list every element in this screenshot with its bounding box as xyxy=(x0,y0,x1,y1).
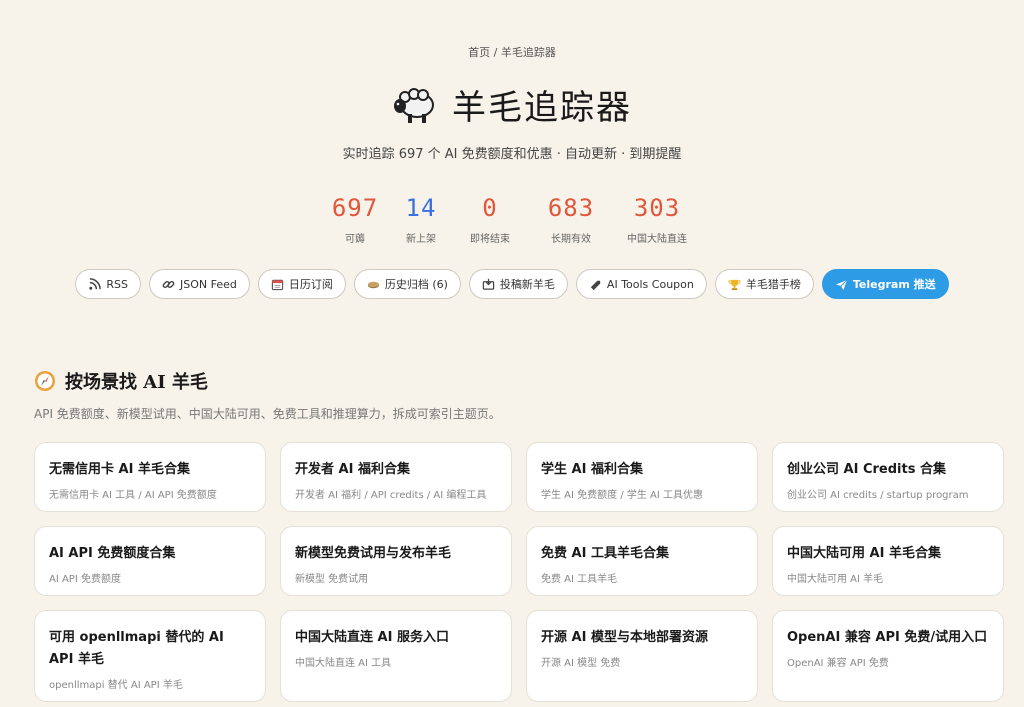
card-tags: 无需信用卡 AI 工具 / AI API 免费额度 xyxy=(49,490,217,501)
sheep-icon xyxy=(394,87,434,123)
stat-label: 即将结束 xyxy=(470,234,510,245)
card-tags: OpenAI 兼容 API 免费 xyxy=(787,658,889,669)
telegram-push-button[interactable]: Telegram 推送 xyxy=(821,269,949,299)
scenario-card[interactable]: 中国大陆可用 AI 羊毛合集 中国大陆可用 AI 羊毛 xyxy=(772,526,1004,596)
stat-label: 长期有效 xyxy=(551,234,591,245)
stat-new: 14 新上架 xyxy=(387,194,455,245)
stat-label: 新上架 xyxy=(406,234,436,245)
header: 羊毛追踪器 xyxy=(0,80,1024,129)
card-title: 免费 AI 工具羊毛合集 xyxy=(541,546,669,561)
stat-label: 可薅 xyxy=(345,234,365,245)
card-tags: 中国大陆直连 AI 工具 xyxy=(295,658,392,669)
card-title: AI API 免费额度合集 xyxy=(49,546,176,561)
stat-value: 683 xyxy=(547,194,595,222)
stat-value: 14 xyxy=(405,194,437,222)
scenario-card[interactable]: OpenAI 兼容 API 免费/试用入口 OpenAI 兼容 API 免费 xyxy=(772,610,1004,702)
tag-icon xyxy=(590,280,601,290)
calendar-subscribe-label: 日历订阅 xyxy=(288,278,333,291)
toolbar: RSS JSON Feed 日历订阅 历史归档 (6) 投稿新羊毛 AI Too… xyxy=(0,269,1024,299)
calendar-icon xyxy=(271,279,284,290)
stat-label: 中国大陆直连 xyxy=(627,234,687,245)
card-tags: 开发者 AI 福利 / API credits / AI 编程工具 xyxy=(295,490,487,501)
page-title: 羊毛追踪器 xyxy=(452,88,632,128)
inbox-icon xyxy=(482,278,495,290)
stat-china-direct: 303 中国大陆直连 xyxy=(615,194,699,245)
calendar-subscribe-button[interactable]: 日历订阅 xyxy=(257,269,346,299)
card-title: 无需信用卡 AI 羊毛合集 xyxy=(49,462,190,477)
scenario-card[interactable]: 新模型免费试用与发布羊毛 新模型 免费试用 xyxy=(280,526,512,596)
compass-icon xyxy=(35,371,55,391)
ai-tools-coupon-label: AI Tools Coupon xyxy=(606,277,694,291)
scenario-card[interactable]: 可用 openllmapi 替代的 AI API 羊毛 openllmapi 替… xyxy=(34,610,266,702)
card-tags: 中国大陆可用 AI 羊毛 xyxy=(787,574,884,585)
card-title: 中国大陆可用 AI 羊毛合集 xyxy=(787,546,941,561)
leaderboard-label: 羊毛猎手榜 xyxy=(745,278,801,291)
stat-value: 697 xyxy=(331,194,379,222)
telegram-push-label: Telegram 推送 xyxy=(852,278,936,291)
card-tags: 新模型 免费试用 xyxy=(295,574,369,585)
send-icon xyxy=(835,279,848,290)
card-title: 学生 AI 福利合集 xyxy=(541,462,643,477)
ai-tools-coupon-button[interactable]: AI Tools Coupon xyxy=(575,269,707,299)
card-tags: 创业公司 AI credits / startup program xyxy=(787,490,969,501)
scenario-card[interactable]: 中国大陆直连 AI 服务入口 中国大陆直连 AI 工具 xyxy=(280,610,512,702)
scenario-card[interactable]: 创业公司 AI Credits 合集 创业公司 AI credits / sta… xyxy=(772,442,1004,512)
submit-deal-label: 投稿新羊毛 xyxy=(499,278,555,291)
scenario-card[interactable]: 免费 AI 工具羊毛合集 免费 AI 工具羊毛 xyxy=(526,526,758,596)
card-tags: AI API 免费额度 xyxy=(49,574,121,585)
rss-icon xyxy=(89,277,102,290)
card-title: OpenAI 兼容 API 免费/试用入口 xyxy=(787,630,988,645)
card-title: 开源 AI 模型与本地部署资源 xyxy=(541,630,708,645)
scenario-card-grid: 无需信用卡 AI 羊毛合集 无需信用卡 AI 工具 / AI API 免费额度 … xyxy=(34,442,1004,702)
card-title: 可用 openllmapi 替代的 AI API 羊毛 xyxy=(49,630,224,667)
card-title: 开发者 AI 福利合集 xyxy=(295,462,410,477)
stats-row: 697 可薅 14 新上架 0 即将结束 683 长期有效 303 中国大陆直连 xyxy=(0,194,1024,245)
stat-long-term: 683 长期有效 xyxy=(533,194,609,245)
stat-ending-soon: 0 即将结束 xyxy=(457,194,523,245)
section-header: 按场景找 AI 羊毛 xyxy=(34,368,208,394)
trophy-icon xyxy=(728,279,741,290)
page-subtitle: 实时追踪 697 个 AI 免费额度和优惠 · 自动更新 · 到期提醒 xyxy=(342,147,682,162)
json-feed-label: JSON Feed xyxy=(179,277,237,291)
card-tags: 开源 AI 模型 免费 xyxy=(541,658,621,669)
link-icon xyxy=(162,280,175,288)
section-description: API 免费额度、新模型试用、中国大陆可用、免费工具和推理算力，拆成可索引主题页… xyxy=(34,407,501,421)
rss-label: RSS xyxy=(106,277,128,291)
breadcrumb: 首页 / 羊毛追踪器 xyxy=(0,44,1024,60)
rss-button[interactable]: RSS xyxy=(75,269,141,299)
card-tags: openllmapi 替代 AI API 羊毛 xyxy=(49,680,183,691)
breadcrumb-home-link[interactable]: 首页 xyxy=(468,46,490,59)
breadcrumb-separator: / xyxy=(493,46,498,59)
breadcrumb-current: 羊毛追踪器 xyxy=(500,46,556,59)
archive-icon xyxy=(367,281,379,288)
scenario-card[interactable]: 学生 AI 福利合集 学生 AI 免费额度 / 学生 AI 工具优惠 xyxy=(526,442,758,512)
card-title: 新模型免费试用与发布羊毛 xyxy=(295,546,452,561)
leaderboard-button[interactable]: 羊毛猎手榜 xyxy=(714,269,814,299)
scenario-card[interactable]: AI API 免费额度合集 AI API 免费额度 xyxy=(34,526,266,596)
card-title: 中国大陆直连 AI 服务入口 xyxy=(295,630,449,645)
card-tags: 免费 AI 工具羊毛 xyxy=(541,574,618,585)
scenario-card[interactable]: 开源 AI 模型与本地部署资源 开源 AI 模型 免费 xyxy=(526,610,758,702)
stat-value: 303 xyxy=(633,194,681,222)
history-archive-label: 历史归档 (6) xyxy=(384,278,448,291)
json-feed-button[interactable]: JSON Feed xyxy=(148,269,250,299)
scenario-card[interactable]: 开发者 AI 福利合集 开发者 AI 福利 / API credits / AI… xyxy=(280,442,512,512)
scenario-card[interactable]: 无需信用卡 AI 羊毛合集 无需信用卡 AI 工具 / AI API 免费额度 xyxy=(34,442,266,512)
card-title: 创业公司 AI Credits 合集 xyxy=(787,462,946,477)
history-archive-button[interactable]: 历史归档 (6) xyxy=(353,269,461,299)
stat-available: 697 可薅 xyxy=(325,194,385,245)
submit-deal-button[interactable]: 投稿新羊毛 xyxy=(468,269,568,299)
card-tags: 学生 AI 免费额度 / 学生 AI 工具优惠 xyxy=(541,490,704,501)
stat-value: 0 xyxy=(482,194,498,222)
section-title: 按场景找 AI 羊毛 xyxy=(65,372,208,393)
